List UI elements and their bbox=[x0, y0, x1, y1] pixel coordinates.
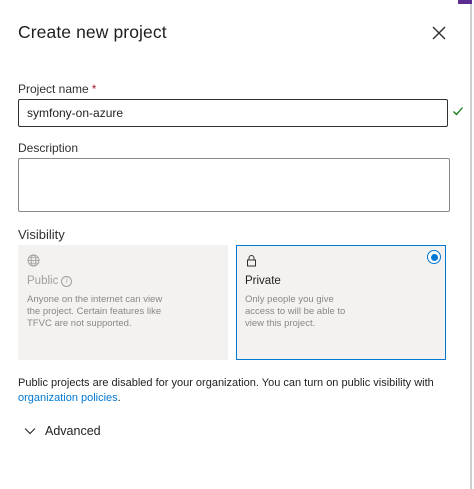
close-icon bbox=[432, 26, 446, 40]
description-input[interactable] bbox=[18, 158, 450, 212]
chevron-down-icon bbox=[24, 428, 36, 435]
notice-suffix: . bbox=[117, 392, 121, 404]
public-disabled-notice: Public projects are disabled for your or… bbox=[18, 376, 458, 406]
organization-policies-link[interactable]: organization policies bbox=[18, 392, 118, 404]
lock-icon bbox=[247, 255, 256, 267]
private-title: Private bbox=[245, 275, 281, 287]
notice-text: Public projects are disabled for your or… bbox=[18, 377, 434, 389]
required-marker: * bbox=[91, 82, 97, 96]
public-description: Anyone on the internet can view the proj… bbox=[27, 294, 163, 329]
project-name-label-text: Project name bbox=[18, 82, 89, 96]
advanced-toggle[interactable]: Advanced bbox=[24, 424, 101, 438]
dialog-title: Create new project bbox=[18, 22, 167, 42]
dialog-edge bbox=[470, 0, 472, 489]
visibility-option-public: Public i Anyone on the internet can view … bbox=[18, 245, 228, 360]
project-name-label: Project name * bbox=[18, 82, 96, 96]
window-accent bbox=[458, 0, 472, 4]
close-button[interactable] bbox=[428, 22, 450, 44]
private-description: Only people you give access to will be a… bbox=[245, 294, 346, 329]
public-title: Public i bbox=[27, 275, 73, 287]
description-label: Description bbox=[18, 141, 79, 155]
radio-selected-dot bbox=[430, 253, 438, 261]
visibility-label: Visibility bbox=[18, 227, 65, 242]
visibility-option-private[interactable]: Private Only people you give access to w… bbox=[236, 245, 446, 360]
check-icon bbox=[453, 107, 463, 116]
private-radio[interactable] bbox=[427, 250, 441, 264]
project-name-input[interactable] bbox=[18, 99, 448, 127]
info-icon: i bbox=[61, 276, 73, 287]
create-project-dialog: Create new project Project name* Descrip… bbox=[0, 0, 472, 489]
globe-icon bbox=[27, 254, 40, 267]
advanced-label: Advanced bbox=[45, 424, 101, 438]
public-title-text: Public bbox=[27, 275, 59, 287]
